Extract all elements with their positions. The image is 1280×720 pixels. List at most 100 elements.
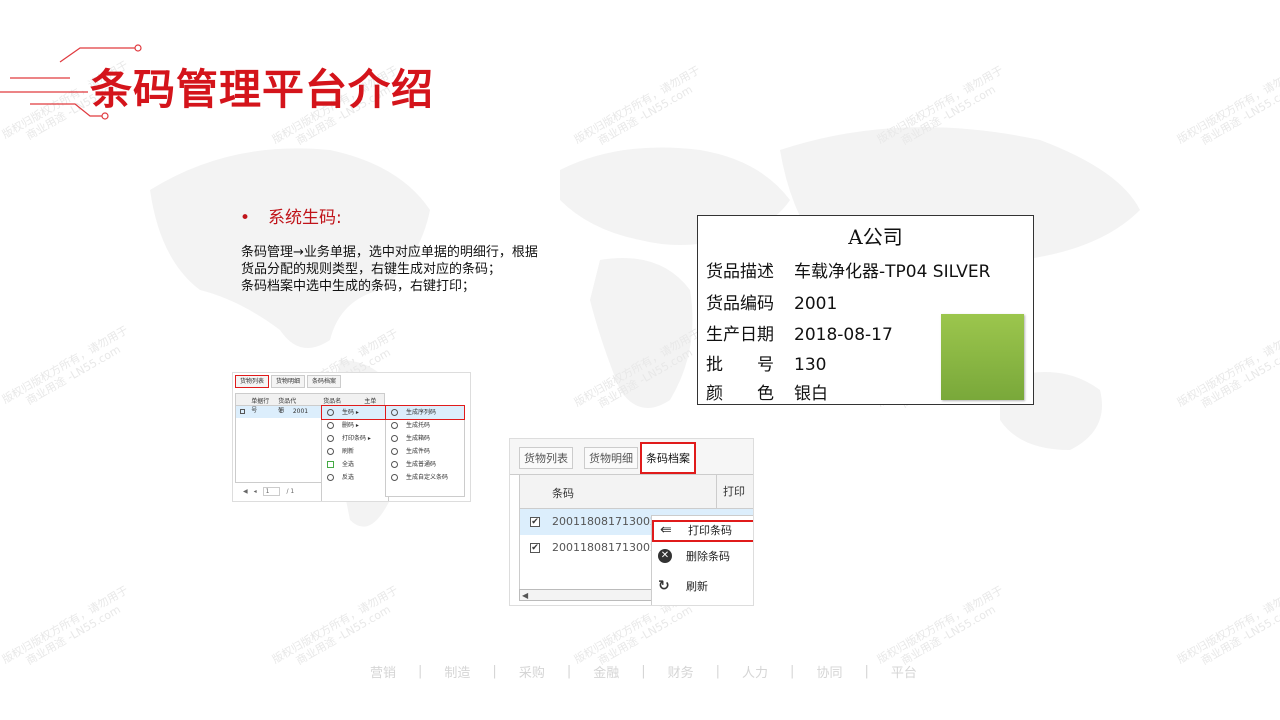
menu-item-print[interactable]: 打印条码 ▸: [322, 432, 388, 445]
screenshot-print-code: 货物列表 货物明细 条码档案 条码 打印状态 ✔ 200118081713002…: [509, 438, 754, 606]
submenu-item-custom[interactable]: 生成自定义条码: [386, 471, 464, 484]
pager: ◀ ◂ 1 / 1: [235, 485, 294, 497]
footer-nav: 营销 | 制造 | 采购 | 金融 | 财务 | 人力 | 协同 | 平台: [370, 662, 930, 681]
first-page-icon[interactable]: ◀: [243, 488, 248, 495]
footer-separator: |: [566, 664, 572, 679]
label-value: 车载净化器-TP04 SILVER: [794, 262, 991, 282]
row-checkbox[interactable]: [240, 409, 245, 414]
footer-item-manufacturing[interactable]: 制造: [444, 662, 470, 681]
description-line: 货品分配的规则类型，右键生成对应的条码；: [241, 262, 502, 277]
label-row: 货品描述 车载净化器-TP04 SILVER: [706, 257, 990, 282]
footer-item-purchasing[interactable]: 采购: [519, 662, 545, 681]
check-icon: [327, 461, 334, 468]
column-header: 单据行号: [251, 398, 270, 414]
row-barcode: 2001180817130024: [552, 541, 664, 554]
header-spacer: [240, 396, 245, 403]
slide-title: 条码管理平台介绍: [90, 65, 435, 114]
label-company: A公司: [848, 225, 903, 249]
refresh-icon: ↻: [658, 578, 670, 594]
row-barcode: 2001180817130023: [552, 515, 664, 528]
footer-separator: |: [864, 664, 869, 679]
tab-barcode-archive[interactable]: 条码档案: [307, 375, 342, 388]
menu-item-print-barcode[interactable]: ⇚ 打印条码: [652, 520, 753, 542]
label-row: 颜 色银白: [706, 379, 828, 404]
footer-item-marketing[interactable]: 营销: [370, 662, 396, 681]
footer-item-finance[interactable]: 金融: [593, 662, 619, 681]
bullet-text: 系统生码:: [268, 208, 342, 228]
refresh-icon: [327, 448, 334, 455]
submenu-item-pallet[interactable]: 生成托码: [386, 419, 464, 432]
context-submenu: 生成序列码 生成托码 生成箱码 生成件码 生成普通码 生成自定义条码: [385, 405, 465, 497]
tab-goods-list[interactable]: 货物列表: [235, 375, 270, 388]
column-header: 货品代码: [278, 398, 297, 414]
menu-item-refresh[interactable]: ↻ 刷新: [652, 572, 753, 602]
page-total: / 1: [286, 487, 295, 495]
row-checkbox[interactable]: ✔: [530, 517, 540, 527]
print-icon: [327, 435, 334, 442]
footer-separator: |: [641, 664, 646, 679]
generate-icon: [391, 422, 398, 429]
menu-item-select-all[interactable]: 全选: [322, 458, 388, 471]
tab-bar: 货物列表 货物明细 条码档案: [510, 439, 753, 475]
menu-item-generate[interactable]: 生码 ▸: [321, 405, 389, 420]
submenu-item-serial[interactable]: 生成序列码: [385, 405, 465, 420]
label-value: 2001: [794, 294, 838, 314]
delete-icon: [327, 422, 334, 429]
label-value: 2018-08-17: [794, 325, 893, 345]
footer-item-platform[interactable]: 平台: [891, 662, 917, 681]
label-row: 批 号 130: [706, 350, 826, 375]
footer-separator: |: [790, 664, 795, 679]
label-value: 银白: [794, 384, 828, 404]
row-checkbox[interactable]: ✔: [530, 543, 540, 553]
tab-goods-detail[interactable]: 货物明细: [584, 447, 638, 469]
footer-item-hr[interactable]: 人力: [742, 662, 768, 681]
submenu-item-box[interactable]: 生成箱码: [386, 432, 464, 445]
menu-item-refresh[interactable]: 刷新: [322, 445, 388, 458]
bullet-marker: •: [240, 208, 251, 228]
label-row: 生产日期 2018-08-17: [706, 320, 893, 345]
invert-icon: [327, 474, 334, 481]
tab-barcode-archive[interactable]: 条码档案: [640, 442, 696, 474]
generate-icon: [391, 461, 398, 468]
grid-header: 条码 打印状态: [520, 475, 753, 532]
generate-icon: [391, 435, 398, 442]
label-row: 货品编码 2001: [706, 289, 837, 314]
tab-bar: 货物列表 货物明细 条码档案: [235, 375, 342, 388]
delete-icon: ✕: [658, 549, 672, 563]
screenshot-generate-code: 货物列表 货物明细 条码档案 单据行号 货品代码 货品名称 主单位 1 2001…: [232, 372, 471, 502]
label-value: 130: [794, 355, 827, 375]
generate-icon: [391, 474, 398, 481]
column-header: 打印状态: [716, 475, 753, 532]
color-swatch: [941, 314, 1024, 400]
context-menu: 生码 ▸ 删码 ▸ 打印条码 ▸ 刷新 全选 反选: [321, 405, 389, 501]
footer-item-collaboration[interactable]: 协同: [816, 662, 842, 681]
prev-page-icon[interactable]: ◂: [254, 488, 257, 495]
menu-item-invert[interactable]: 反选: [322, 471, 388, 484]
menu-item-delete[interactable]: 删码 ▸: [322, 419, 388, 432]
column-header: 货品名称: [323, 398, 342, 414]
footer-item-accounting[interactable]: 财务: [668, 662, 694, 681]
tab-goods-detail[interactable]: 货物明细: [271, 375, 306, 388]
label-key: 批 号: [706, 355, 774, 375]
submenu-item-piece[interactable]: 生成件码: [386, 445, 464, 458]
scroll-left-icon[interactable]: ◀: [522, 591, 528, 600]
print-icon: ⇚: [660, 522, 672, 538]
horizontal-scrollbar[interactable]: ◀: [519, 589, 659, 601]
page-input[interactable]: 1: [262, 486, 281, 496]
footer-separator: |: [715, 664, 721, 679]
label-key: 货品编码: [706, 294, 774, 314]
footer-separator: |: [492, 664, 497, 679]
generate-icon: [391, 409, 398, 416]
description-line: 条码档案中选中生成的条码，右键打印；: [241, 279, 476, 294]
row-line: 1: [279, 408, 283, 415]
label-key: 货品描述: [706, 262, 774, 282]
generate-icon: [327, 409, 334, 416]
description-text: 条码管理→业务单据，选中对应单据的明细行，根据 货品分配的规则类型，右键生成对应…: [241, 244, 601, 295]
bullet-heading: • 系统生码:: [240, 203, 342, 228]
tab-goods-list[interactable]: 货物列表: [519, 447, 573, 469]
menu-item-delete-barcode[interactable]: ✕ 删除条码: [652, 542, 753, 572]
description-line: 条码管理→业务单据，选中对应单据的明细行，根据: [241, 245, 538, 260]
row-code: 2001: [292, 408, 309, 415]
submenu-item-normal[interactable]: 生成普通码: [386, 458, 464, 471]
context-menu: ⇚ 打印条码 ✕ 删除条码 ↻ 刷新: [651, 515, 753, 605]
